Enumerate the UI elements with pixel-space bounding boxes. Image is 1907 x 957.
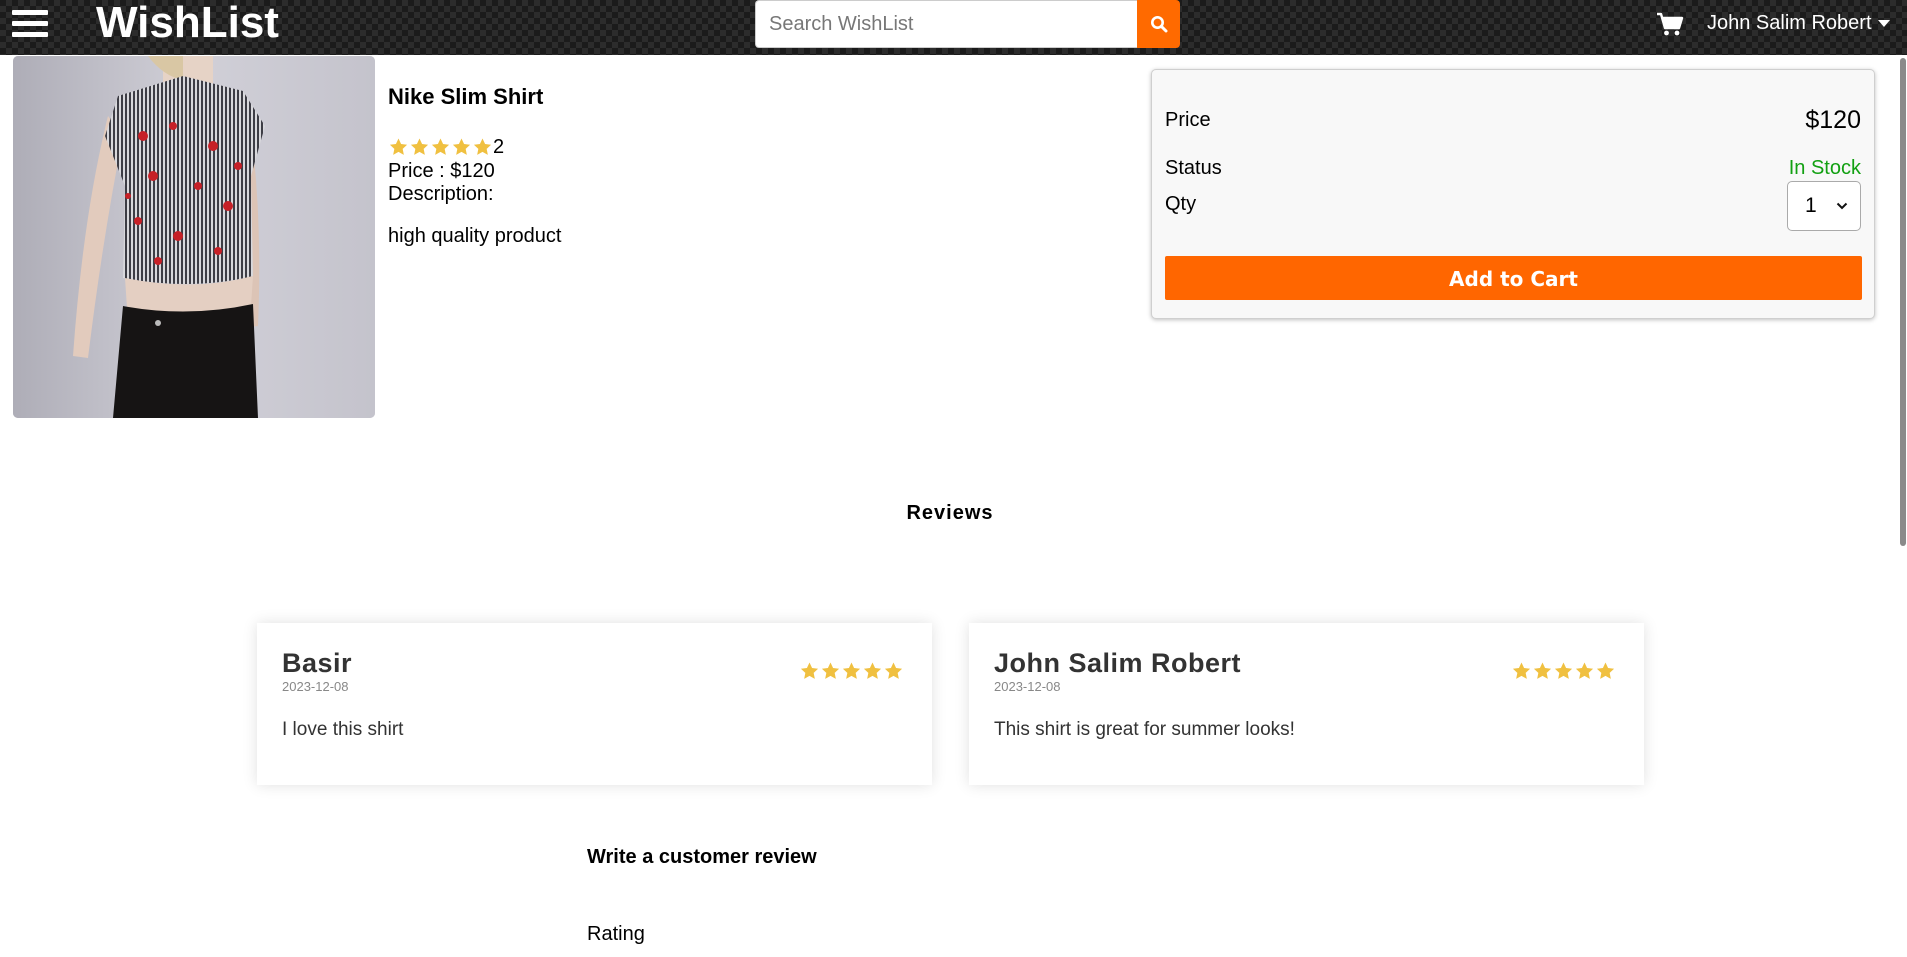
star-icon	[842, 662, 861, 679]
star-icon	[1533, 662, 1552, 679]
star-icon	[800, 662, 819, 679]
product-title: Nike Slim Shirt	[388, 84, 544, 109]
review-comment: I love this shirt	[282, 719, 404, 740]
status-value: In Stock	[1788, 157, 1861, 179]
search-button[interactable]	[1137, 0, 1180, 48]
qty-select[interactable]: 1	[1787, 181, 1861, 231]
reviews-heading: Reviews	[906, 502, 994, 524]
product-price: Price : $120	[388, 160, 495, 182]
add-to-cart-button[interactable]: Add to Cart	[1165, 256, 1862, 300]
star-icon	[863, 662, 882, 679]
price-value: $120	[1805, 106, 1861, 134]
star-icon	[1554, 662, 1573, 679]
review-rating-stars	[799, 661, 904, 681]
page-scrollbar-thumb[interactable]	[1900, 58, 1906, 546]
rating-field-label: Rating	[587, 923, 645, 945]
chevron-down-icon	[1836, 202, 1848, 210]
review-rating-stars	[1511, 661, 1616, 681]
write-review-heading: Write a customer review	[587, 846, 817, 868]
star-icon	[473, 138, 492, 155]
search-form	[755, 0, 1180, 48]
rating-stars	[388, 137, 493, 157]
star-icon	[431, 138, 450, 155]
star-icon	[452, 138, 471, 155]
review-date: 2023-12-08	[994, 679, 1061, 694]
star-icon	[821, 662, 840, 679]
buy-box-card: Price $120 Status In Stock Qty 1 Add to …	[1151, 69, 1875, 319]
star-icon	[389, 138, 408, 155]
star-icon	[1512, 662, 1531, 679]
review-date: 2023-12-08	[282, 679, 349, 694]
star-icon	[1575, 662, 1594, 679]
user-name: John Salim Robert	[1707, 12, 1872, 34]
top-navbar: WishList John Salim Robert	[0, 0, 1907, 55]
hamburger-menu-icon[interactable]	[12, 10, 48, 40]
review-count: 2	[493, 136, 505, 158]
shopping-cart-icon	[1657, 12, 1684, 36]
search-icon	[1150, 16, 1167, 33]
reviewer-name: Basir	[282, 648, 353, 678]
product-image	[13, 56, 375, 418]
review-card: Basir 2023-12-08 I love this shirt	[257, 623, 932, 785]
star-icon	[884, 662, 903, 679]
qty-selected-value: 1	[1805, 194, 1817, 217]
review-card: John Salim Robert 2023-12-08 This shirt …	[969, 623, 1644, 785]
search-input[interactable]	[755, 0, 1137, 48]
star-icon	[410, 138, 429, 155]
product-description: high quality product	[388, 225, 562, 247]
star-icon	[1596, 662, 1615, 679]
user-menu-dropdown[interactable]: John Salim Robert	[1707, 9, 1890, 37]
status-label: Status	[1165, 157, 1222, 179]
qty-label: Qty	[1165, 193, 1197, 215]
review-comment: This shirt is great for summer looks!	[994, 719, 1295, 740]
brand-logo-link[interactable]: WishList	[96, 0, 279, 46]
price-label: Price	[1165, 109, 1211, 131]
reviewer-name: John Salim Robert	[994, 648, 1242, 678]
description-label: Description:	[388, 183, 494, 205]
cart-link[interactable]	[1656, 11, 1684, 37]
caret-down-icon	[1877, 19, 1890, 27]
product-rating: 2	[388, 136, 504, 158]
